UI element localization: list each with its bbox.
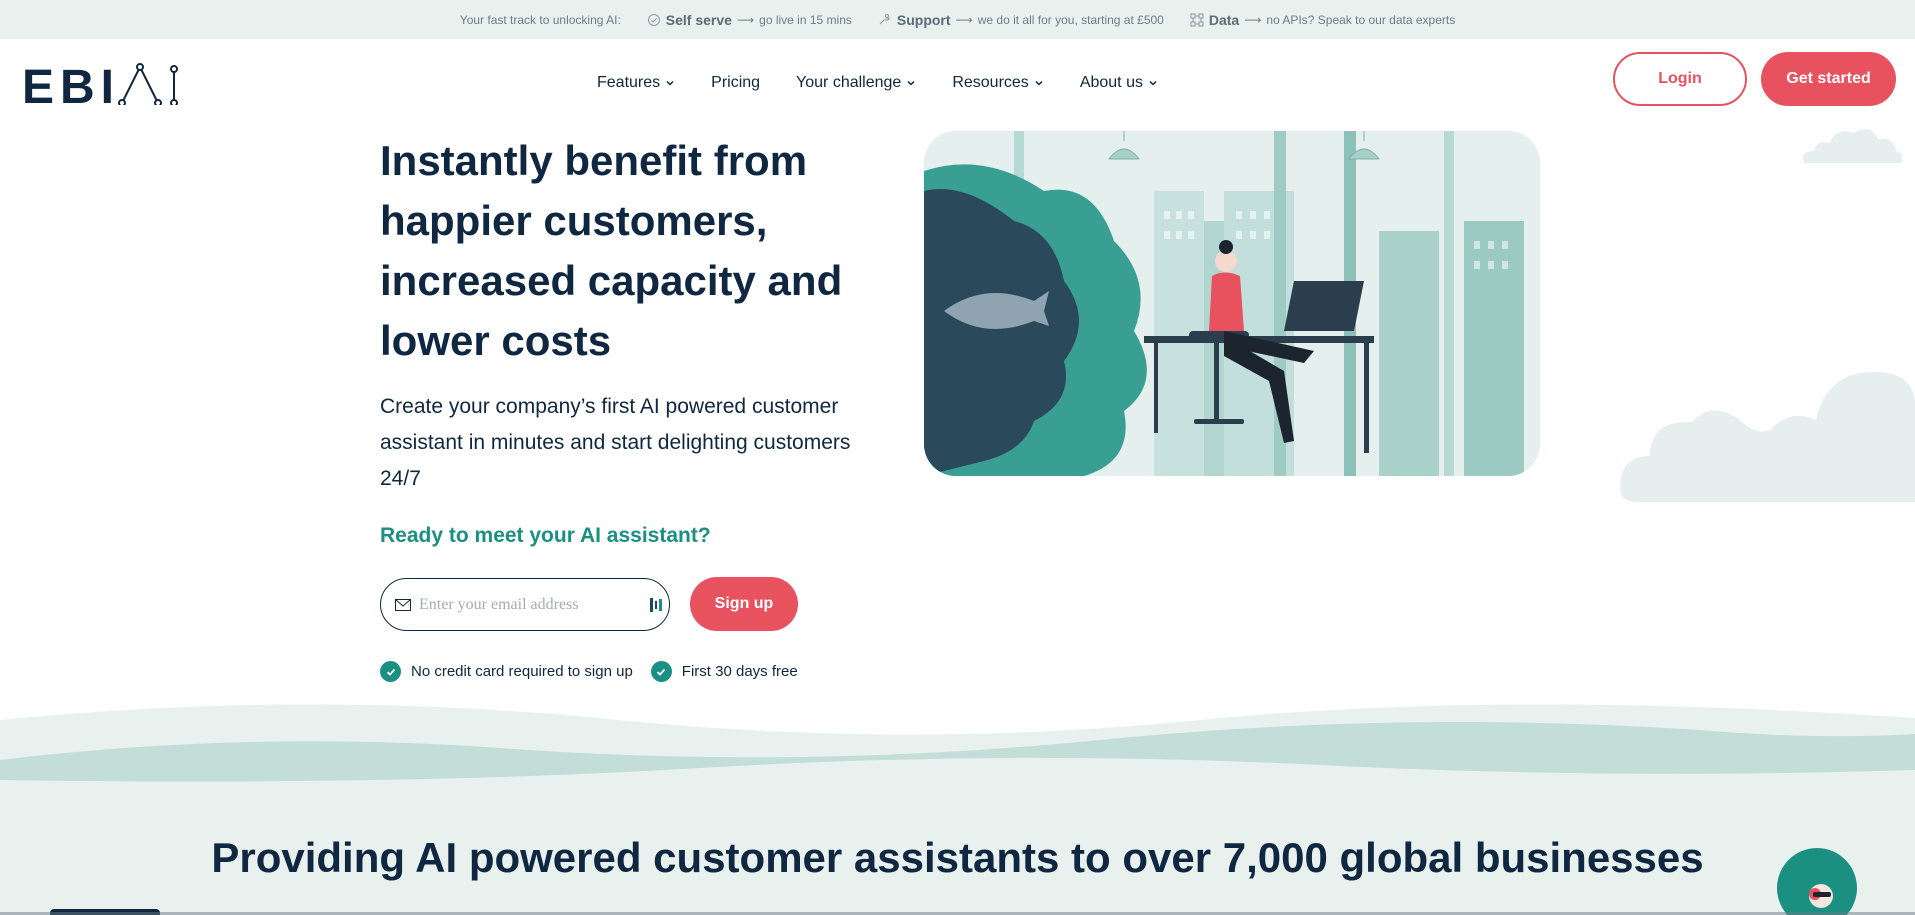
chevron-down-icon (907, 80, 915, 86)
topbar-item-support[interactable]: Support ⟶ we do it all for you, starting… (878, 12, 1164, 28)
benefit-label: No credit card required to sign up (411, 663, 633, 680)
topbar-item-title: Support (896, 11, 951, 28)
nav-label: Your challenge (796, 74, 902, 91)
main-nav: Features Pricing Your challenge Resource… (597, 74, 1194, 92)
top-announcement-bar: Your fast track to unlocking AI: Self se… (0, 0, 1915, 39)
nav-your-challenge[interactable]: Your challenge (796, 74, 916, 92)
benefit-label: First 30 days free (681, 663, 798, 680)
wave-decoration (0, 704, 1915, 800)
cloud-decoration (1803, 129, 1903, 163)
ebi-ai-logo: EBI (22, 61, 178, 114)
mail-icon (395, 598, 411, 611)
sign-up-button[interactable]: Sign up (690, 577, 798, 631)
hero-subtitle: Create your company’s first AI powered c… (380, 395, 851, 490)
benefit-item: No credit card required to sign up (380, 661, 633, 682)
topbar-item-title: Self serve (665, 11, 732, 28)
arrow-icon: ⟶ (736, 12, 755, 27)
chevron-down-icon (1149, 80, 1157, 86)
nav-label: About us (1079, 74, 1143, 91)
email-signup-field[interactable] (380, 578, 670, 631)
topbar-item-data[interactable]: Data ⟶ no APIs? Speak to our data expert… (1190, 12, 1455, 28)
nav-label: Pricing (711, 74, 761, 91)
section-title: Providing AI powered customer assistants… (211, 834, 1704, 881)
nav-resources[interactable]: Resources (952, 74, 1043, 92)
topbar-item-desc: we do it all for you, starting at £500 (977, 12, 1164, 27)
benefit-list: No credit card required to sign up First… (380, 661, 798, 682)
hand-icon (879, 13, 890, 24)
arrow-icon: ⟶ (955, 12, 973, 27)
nav-about-us[interactable]: About us (1080, 74, 1158, 92)
svg-text:EBI: EBI (22, 63, 120, 105)
hero-illustration (924, 131, 1540, 476)
site-header: EBI Features Pricing Your challenge Reso… (0, 39, 1915, 129)
get-started-button[interactable]: Get started (1761, 52, 1896, 106)
topbar-intro: Your fast track to unlocking AI: (459, 12, 621, 27)
check-icon (380, 661, 401, 682)
arrow-icon: ⟶ (1244, 12, 1262, 27)
assistant-avatar-icon (1809, 884, 1833, 908)
nav-features[interactable]: Features (597, 74, 675, 92)
office-woman-illustration (924, 131, 1540, 476)
nav-label: Features (597, 74, 661, 91)
login-button[interactable]: Login (1613, 52, 1747, 106)
cloud-decoration (1620, 371, 1915, 502)
benefit-item: First 30 days free (650, 661, 798, 682)
ready-heading: Ready to meet your AI assistant? (380, 524, 711, 547)
topbar-item-title: Data (1208, 11, 1240, 28)
topbar-item-self-serve[interactable]: Self serve ⟶ go live in 15 mins (647, 12, 852, 28)
check-icon (650, 661, 672, 682)
check-circle-icon (647, 13, 660, 26)
autofill-icon (650, 598, 662, 612)
email-input[interactable] (419, 595, 639, 614)
network-icon (1190, 13, 1204, 26)
chevron-down-icon (1035, 80, 1043, 86)
logo[interactable]: EBI (22, 61, 180, 114)
nav-pricing[interactable]: Pricing (711, 74, 760, 92)
chevron-down-icon (666, 80, 674, 86)
page: Your fast track to unlocking AI: Self se… (0, 0, 1915, 915)
topbar-item-desc: no APIs? Speak to our data experts (1266, 12, 1456, 27)
nav-label: Resources (952, 74, 1029, 91)
topbar-item-desc: go live in 15 mins (759, 12, 852, 27)
hero-title: Instantly benefit from happier customers… (380, 137, 843, 364)
chat-launcher-button[interactable] (1777, 848, 1857, 915)
